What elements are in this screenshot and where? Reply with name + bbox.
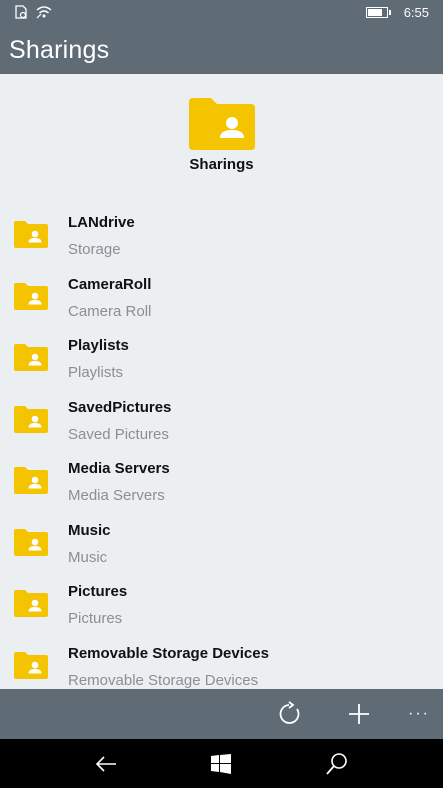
item-title: Pictures bbox=[68, 583, 128, 600]
search-button[interactable] bbox=[324, 751, 350, 777]
list-item[interactable]: Removable Storage Devices Removable Stora… bbox=[0, 641, 443, 690]
hero bbox=[0, 94, 443, 157]
windows-icon bbox=[211, 754, 231, 774]
item-title: LANdrive bbox=[68, 214, 135, 231]
list-item[interactable]: Music Music bbox=[0, 518, 443, 580]
battery-icon bbox=[365, 7, 391, 18]
refresh-icon bbox=[279, 701, 300, 724]
refresh-button[interactable] bbox=[274, 699, 304, 729]
item-title: CameraRoll bbox=[68, 275, 152, 293]
folder-user-icon bbox=[14, 528, 48, 556]
item-subtitle: Removable Storage Devices bbox=[68, 671, 259, 689]
search-icon bbox=[326, 753, 347, 775]
item-subtitle: Saved Pictures bbox=[68, 425, 169, 443]
item-subtitle: Playlists bbox=[68, 364, 124, 381]
item-subtitle: Media Servers bbox=[68, 487, 165, 504]
list-item[interactable]: LANdrive Storage bbox=[0, 210, 443, 272]
app-header: Sharings bbox=[0, 26, 443, 74]
folder-user-icon bbox=[14, 405, 48, 433]
more-icon: ··· bbox=[408, 705, 430, 722]
list-item[interactable]: SavedPictures Saved Pictures bbox=[0, 395, 443, 457]
item-subtitle: Pictures bbox=[68, 610, 123, 627]
add-button[interactable] bbox=[344, 699, 374, 729]
start-button[interactable] bbox=[208, 751, 234, 777]
more-button[interactable]: ··· bbox=[404, 699, 434, 729]
status-time: 6:55 bbox=[403, 5, 429, 20]
folder-user-icon bbox=[14, 344, 48, 371]
list-item[interactable]: Playlists Playlists bbox=[0, 333, 443, 395]
back-icon bbox=[95, 756, 116, 772]
folder-user-icon bbox=[14, 651, 48, 679]
sharings-list: LANdrive Storage CameraRoll Camera Roll Play… bbox=[0, 210, 443, 689]
item-subtitle: Camera Roll bbox=[68, 302, 152, 320]
item-subtitle: Music bbox=[68, 548, 108, 566]
folder-user-icon bbox=[188, 98, 255, 150]
sim-icon bbox=[14, 5, 28, 24]
list-item[interactable]: Pictures Pictures bbox=[0, 579, 443, 641]
folder-user-icon bbox=[14, 590, 48, 617]
hero-title: Sharings bbox=[189, 156, 254, 173]
item-title: SavedPictures bbox=[68, 398, 172, 416]
wifi-icon bbox=[36, 5, 52, 24]
item-title: Playlists bbox=[68, 337, 129, 354]
folder-user-icon bbox=[14, 221, 48, 248]
add-icon bbox=[349, 704, 369, 724]
navigation-bar bbox=[0, 739, 443, 788]
content-area[interactable]: Sharings LANdrive Storage CameraRoll Camera… bbox=[0, 74, 443, 689]
list-item[interactable]: Media Servers Media Servers bbox=[0, 456, 443, 518]
page-title: Sharings bbox=[9, 36, 110, 64]
app-bar: ··· bbox=[0, 689, 443, 739]
item-subtitle: Storage bbox=[68, 241, 121, 258]
folder-user-icon bbox=[14, 467, 48, 494]
item-title: Music bbox=[68, 521, 111, 539]
item-title: Removable Storage Devices bbox=[68, 644, 269, 662]
list-item[interactable]: CameraRoll Camera Roll bbox=[0, 272, 443, 334]
item-title: Media Servers bbox=[68, 460, 170, 477]
status-bar: 6:55 bbox=[0, 0, 443, 26]
back-button[interactable] bbox=[93, 751, 119, 777]
folder-user-icon bbox=[14, 282, 48, 310]
